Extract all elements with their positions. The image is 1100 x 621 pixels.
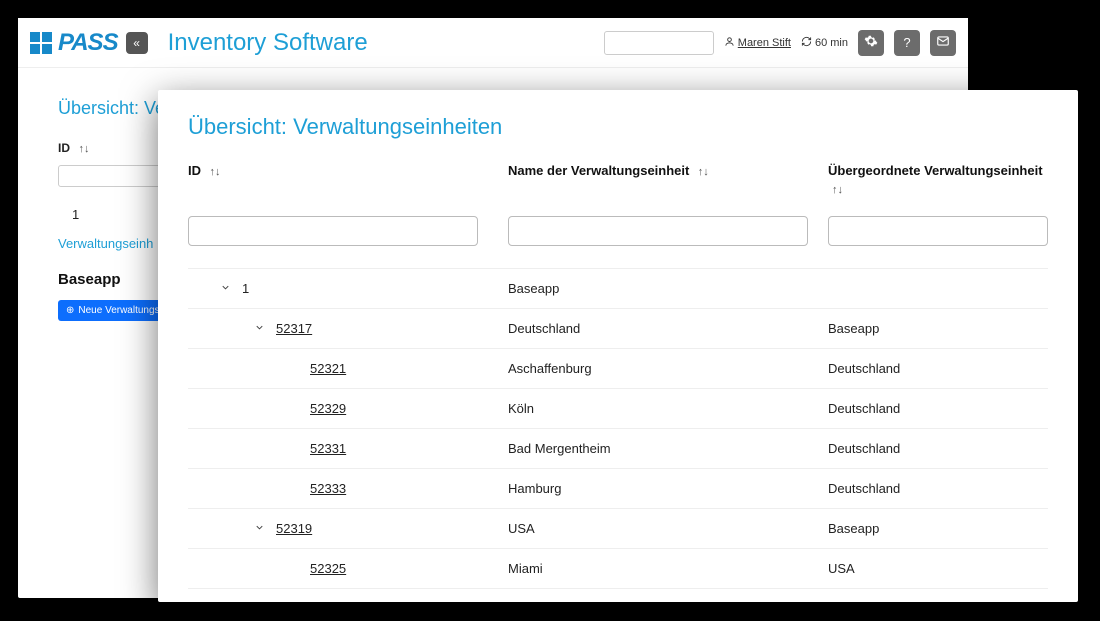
- row-id-link: 1: [242, 281, 249, 296]
- filter-parent-input[interactable]: [828, 216, 1048, 246]
- cell-id: 52333: [188, 481, 508, 496]
- row-id-link[interactable]: 52319: [276, 521, 312, 536]
- table-row: 1 Baseapp: [188, 268, 1048, 308]
- table-row: 52317 DeutschlandBaseapp: [188, 308, 1048, 348]
- sort-icon: ↑↓: [78, 143, 89, 155]
- refresh-icon: [801, 36, 812, 50]
- col-id-label: ID: [58, 141, 70, 155]
- cell-id: 52317: [188, 321, 508, 336]
- refresh-label: 60 min: [815, 37, 848, 49]
- user-name: Maren Stift: [738, 37, 791, 49]
- filter-row: [188, 208, 1048, 260]
- sort-icon: ↑↓: [832, 184, 843, 196]
- plus-icon: ⊕: [66, 305, 74, 316]
- user-menu[interactable]: Maren Stift: [724, 36, 791, 50]
- cell-id: 52325: [188, 561, 508, 576]
- cell-name: Bad Mergentheim: [508, 441, 828, 456]
- cell-name: Köln: [508, 401, 828, 416]
- logo-mark-icon: [30, 32, 52, 54]
- row-id-link[interactable]: 52325: [310, 561, 346, 576]
- cell-parent: Deutschland: [828, 481, 1048, 496]
- row-id-link[interactable]: 52331: [310, 441, 346, 456]
- table-row: 52329 KölnDeutschland: [188, 388, 1048, 428]
- cell-name: Deutschland: [508, 321, 828, 336]
- row-id-link[interactable]: 52321: [310, 361, 346, 376]
- cell-id: 52319: [188, 521, 508, 536]
- col-header-parent[interactable]: Übergeordnete Verwaltungseinheit ↑↓: [828, 162, 1048, 198]
- table-row: 52321 AschaffenburgDeutschland: [188, 348, 1048, 388]
- col-parent-label: Übergeordnete Verwaltungseinheit: [828, 163, 1043, 178]
- cell-id: 52327: [188, 601, 508, 602]
- cell-id: 52331: [188, 441, 508, 456]
- column-headers: ID ↑↓ Name der Verwaltungseinheit ↑↓ Übe…: [188, 162, 1048, 208]
- chevron-down-icon[interactable]: [252, 322, 266, 336]
- cell-parent: Baseapp: [828, 521, 1048, 536]
- cell-parent: USA: [828, 561, 1048, 576]
- dialog-header: Übersicht: Verwaltungseinheiten ID ↑↓ Na…: [158, 90, 1078, 268]
- cell-name: USA: [508, 521, 828, 536]
- logo: PASS: [30, 29, 118, 57]
- cell-name: Aschaffenburg: [508, 361, 828, 376]
- col-id-label: ID: [188, 163, 201, 178]
- app-title: Inventory Software: [168, 29, 368, 57]
- sidebar-collapse-button[interactable]: «: [126, 32, 148, 54]
- cell-parent: Baseapp: [828, 601, 1048, 602]
- table-row: 52331 Bad MergentheimDeutschland: [188, 428, 1048, 468]
- overview-dialog: Übersicht: Verwaltungseinheiten ID ↑↓ Na…: [158, 90, 1078, 602]
- mail-icon: [936, 34, 950, 51]
- table-row: 52325 MiamiUSA: [188, 548, 1048, 588]
- sort-icon: ↑↓: [209, 166, 220, 178]
- header-right: Maren Stift 60 min ?: [604, 30, 956, 56]
- row-id-link[interactable]: 52317: [276, 321, 312, 336]
- logo-text: PASS: [58, 29, 118, 57]
- app-header: PASS « Inventory Software Maren Stift 60…: [18, 18, 968, 68]
- cell-id: 1: [188, 281, 508, 296]
- cell-id: 52329: [188, 401, 508, 416]
- refresh-timer[interactable]: 60 min: [801, 36, 848, 50]
- dialog-title: Übersicht: Verwaltungseinheiten: [188, 114, 1048, 140]
- filter-id-input[interactable]: [58, 165, 168, 187]
- cell-name: Baseapp: [508, 281, 828, 296]
- user-icon: [724, 36, 735, 50]
- help-button[interactable]: ?: [894, 30, 920, 56]
- filter-name-input[interactable]: [508, 216, 808, 246]
- cell-id: 52321: [188, 361, 508, 376]
- chevron-down-icon[interactable]: [252, 522, 266, 536]
- cell-parent: Deutschland: [828, 441, 1048, 456]
- question-icon: ?: [903, 35, 910, 50]
- col-header-id[interactable]: ID ↑↓: [188, 162, 508, 198]
- search-input[interactable]: [604, 31, 714, 55]
- table-row: 52333 HamburgDeutschland: [188, 468, 1048, 508]
- cell-parent: Deutschland: [828, 361, 1048, 376]
- cell-name: Miami: [508, 561, 828, 576]
- table-row: 52327 TunesienBaseapp: [188, 588, 1048, 602]
- chevron-down-icon[interactable]: [218, 282, 232, 296]
- col-header-name[interactable]: Name der Verwaltungseinheit ↑↓: [508, 162, 828, 198]
- cell-name: Hamburg: [508, 481, 828, 496]
- settings-button[interactable]: [858, 30, 884, 56]
- table-body: 1Baseapp52317DeutschlandBaseapp52321Asch…: [158, 268, 1078, 602]
- table-row: 52319 USABaseapp: [188, 508, 1048, 548]
- col-name-label: Name der Verwaltungseinheit: [508, 163, 689, 178]
- cell-parent: Deutschland: [828, 401, 1048, 416]
- cell-parent: Baseapp: [828, 321, 1048, 336]
- gear-icon: [864, 34, 878, 51]
- row-id-link[interactable]: 52329: [310, 401, 346, 416]
- row-id-link[interactable]: 52333: [310, 481, 346, 496]
- mail-button[interactable]: [930, 30, 956, 56]
- sort-icon: ↑↓: [698, 166, 709, 178]
- cell-name: Tunesien: [508, 601, 828, 602]
- row-id-link[interactable]: 52327: [276, 601, 312, 602]
- filter-id-input[interactable]: [188, 216, 478, 246]
